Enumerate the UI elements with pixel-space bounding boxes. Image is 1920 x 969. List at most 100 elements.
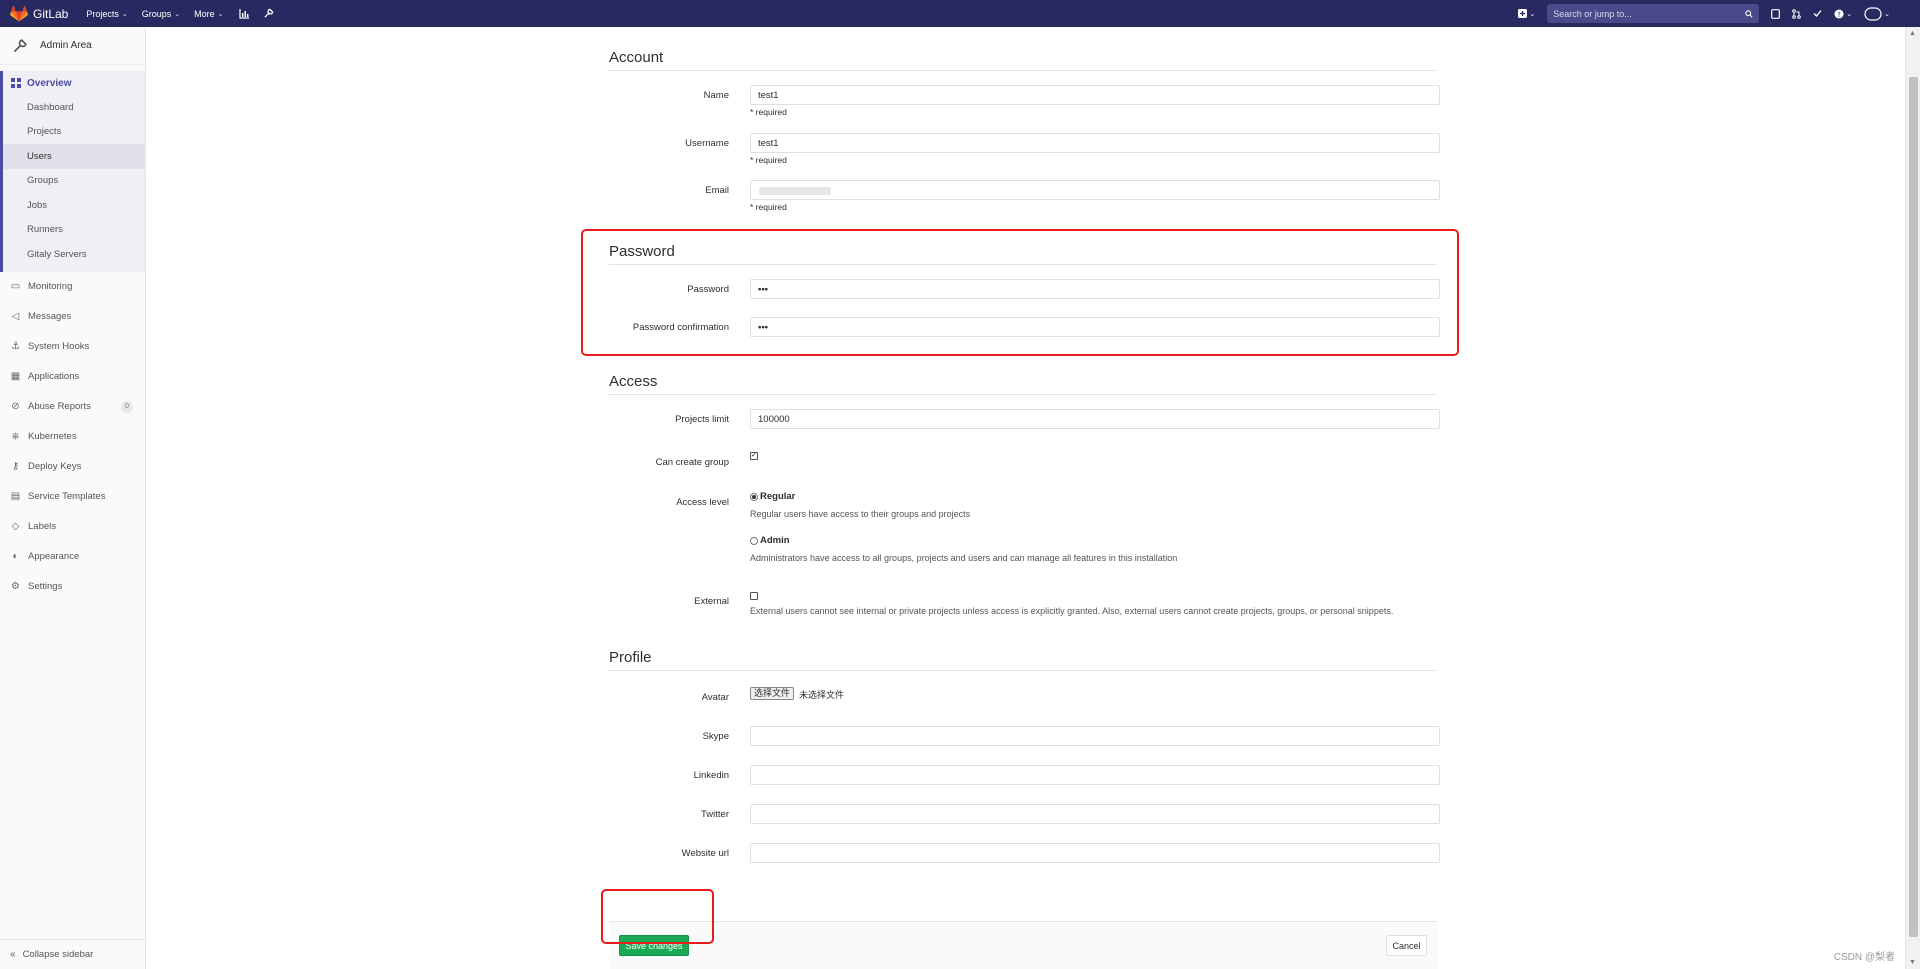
twitter-input[interactable] (750, 804, 1440, 824)
website-url-label: Website url (681, 848, 729, 859)
nav-projects-dropdown[interactable]: Projects ⌄ (86, 9, 127, 19)
password-input[interactable]: ••• (750, 279, 1440, 299)
email-redacted-blur (759, 187, 831, 195)
sidebar-item-label: Monitoring (28, 281, 73, 292)
regular-radio-label: Regular (760, 491, 796, 502)
radio-unchecked-icon (750, 536, 758, 545)
overview-grid-icon (11, 78, 21, 88)
form-actions-bar: Save changes Cancel (609, 921, 1437, 969)
projects-limit-label: Projects limit (675, 414, 729, 425)
linkedin-label: Linkedin (693, 770, 729, 781)
search-input[interactable]: Search or jump to... (1547, 4, 1760, 23)
profile-section-title: Profile (609, 649, 1437, 671)
twitter-label: Twitter (701, 809, 729, 820)
sidebar-item-service-templates[interactable]: ▤ Service Templates (0, 482, 145, 512)
sidebar-item-applications[interactable]: ▦ Applications (0, 362, 145, 392)
search-placeholder: Search or jump to... (1553, 8, 1632, 19)
new-item-plus-icon[interactable]: ⌄ (1518, 7, 1535, 21)
external-checkbox[interactable] (750, 592, 758, 600)
sidebar-item-label: Abuse Reports (28, 401, 91, 412)
sidebar-subitem-dashboard[interactable]: Dashboard (3, 95, 145, 120)
sidebar-item-label: Deploy Keys (28, 461, 82, 472)
collapse-sidebar-button[interactable]: « Collapse sidebar (0, 939, 145, 969)
sidebar-item-system-hooks[interactable]: ⚓ System Hooks (0, 332, 145, 362)
main-content: Account Name test1 * required Username t… (147, 27, 1905, 969)
sidebar-item-labels[interactable]: ◇ Labels (0, 512, 145, 542)
username-label: Username (685, 138, 729, 149)
monitor-icon: ▭ (10, 281, 21, 292)
email-input[interactable] (750, 180, 1440, 200)
cancel-button[interactable]: Cancel (1386, 935, 1427, 956)
gitlab-home-link[interactable]: GitLab (10, 0, 68, 27)
admin-help-text: Administrators have access to all groups… (750, 553, 1178, 563)
page-scrollbar[interactable]: ▲ ▼ (1905, 27, 1920, 969)
sidebar-item-label: Service Templates (28, 491, 106, 502)
scroll-down-arrow-icon[interactable]: ▼ (1909, 959, 1916, 966)
access-level-admin-radio[interactable]: Admin (750, 535, 790, 546)
brand-name: GitLab (33, 6, 69, 21)
chevron-down-icon: ⌄ (1884, 10, 1890, 18)
file-status-text: 未选择文件 (799, 690, 845, 700)
admin-wrench-icon[interactable] (262, 7, 276, 21)
sidebar-admin-area-link[interactable]: Admin Area (0, 27, 145, 65)
bullhorn-icon: ◁ (11, 311, 20, 322)
help-icon[interactable]: ? ⌄ (1834, 7, 1852, 21)
chevron-down-icon: ⌄ (1529, 10, 1536, 18)
key-icon: ⚷ (11, 461, 20, 472)
nav-menu: Projects ⌄ Groups ⌄ More ⌄ (86, 7, 285, 21)
abuse-count-badge: 0 (121, 400, 133, 413)
password-confirmation-input[interactable]: ••• (750, 317, 1440, 337)
name-input[interactable]: test1 (750, 85, 1440, 105)
collapse-sidebar-label: Collapse sidebar (22, 949, 94, 960)
kubernetes-icon: ⎈ (11, 431, 20, 442)
sidebar-subitem-projects[interactable]: Projects (3, 120, 145, 145)
user-avatar-icon[interactable]: ⌄ (1864, 6, 1890, 21)
scrollbar-thumb[interactable] (1909, 77, 1918, 937)
sidebar-subitem-gitaly-servers[interactable]: Gitaly Servers (3, 242, 145, 267)
access-level-label: Access level (676, 497, 729, 508)
issues-icon[interactable] (1771, 7, 1781, 21)
sidebar-subitem-users[interactable]: Users (3, 144, 145, 169)
sidebar-item-label: System Hooks (28, 341, 90, 352)
username-input[interactable]: test1 (750, 133, 1440, 153)
activity-chart-icon[interactable] (238, 7, 252, 21)
sidebar-item-abuse-reports[interactable]: ⊘ Abuse Reports 0 (0, 392, 145, 422)
sidebar-item-monitoring[interactable]: ▭ Monitoring (0, 272, 145, 302)
linkedin-input[interactable] (750, 765, 1440, 785)
save-highlight-annotation (601, 889, 714, 944)
username-required-hint: * required (750, 155, 787, 165)
email-label: Email (705, 185, 729, 196)
skype-input[interactable] (750, 726, 1440, 746)
scroll-up-arrow-icon[interactable]: ▲ (1909, 30, 1916, 37)
sidebar-item-deploy-keys[interactable]: ⚷ Deploy Keys (0, 452, 145, 482)
nav-more-dropdown[interactable]: More ⌄ (194, 9, 223, 19)
access-level-regular-radio[interactable]: Regular (750, 491, 795, 502)
sidebar-subitem-jobs[interactable]: Jobs (3, 193, 145, 218)
sidebar-subitem-runners[interactable]: Runners (3, 218, 145, 243)
sidebar-subitem-groups[interactable]: Groups (3, 169, 145, 194)
todos-icon[interactable] (1813, 7, 1822, 21)
access-section-title: Access (609, 373, 1437, 395)
projects-limit-input[interactable]: 100000 (750, 409, 1440, 429)
nav-projects-label: Projects (86, 8, 119, 19)
sidebar-item-label: Messages (28, 311, 72, 322)
nav-groups-label: Groups (141, 8, 172, 19)
can-create-group-checkbox[interactable]: ✓ (750, 452, 758, 460)
merge-requests-icon[interactable] (1792, 7, 1802, 21)
sidebar-item-overview[interactable]: Overview (3, 71, 145, 95)
choose-file-button[interactable]: 选择文件 (750, 687, 795, 700)
sidebar-item-kubernetes[interactable]: ⎈ Kubernetes (0, 422, 145, 452)
gitlab-logo-icon (10, 5, 28, 21)
website-url-input[interactable] (750, 843, 1440, 863)
sidebar-overview-label: Overview (27, 77, 72, 89)
nav-groups-dropdown[interactable]: Groups ⌄ (142, 9, 180, 19)
warning-circle-icon: ⊘ (11, 401, 20, 412)
sidebar-item-messages[interactable]: ◁ Messages (0, 302, 145, 332)
email-required-hint: * required (750, 202, 787, 212)
account-section-title: Account (609, 49, 1437, 71)
sidebar-item-appearance[interactable]: ◐ Appearance (0, 542, 145, 572)
chevron-down-icon: ⌄ (174, 10, 181, 18)
can-create-group-label: Can create group (655, 457, 729, 468)
sidebar-item-settings[interactable]: ⚙ Settings (0, 572, 145, 602)
sidebar-item-label: Labels (28, 521, 56, 532)
